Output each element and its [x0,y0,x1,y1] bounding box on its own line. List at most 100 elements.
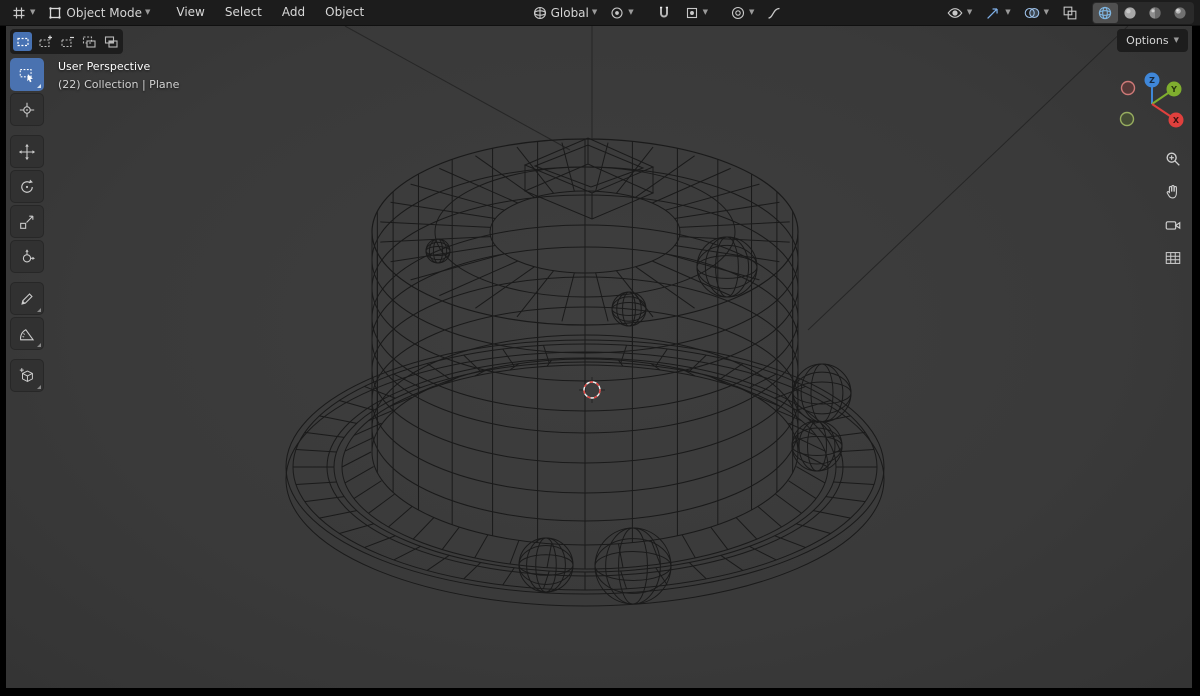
topbar: ▼ Object Mode ▼ View Select Add Object G… [0,0,1200,26]
zoom-icon [1166,152,1180,166]
rotate-icon [21,179,33,193]
topbar-right: ▼ ▼ ▼ [941,0,1194,25]
topbar-center: Global ▼ ▼ ▼ ▼ [527,0,788,25]
svg-text:X: X [1173,116,1180,125]
extend-mode-icon [38,35,52,47]
view-perspective-label: User Perspective [58,60,151,73]
material-preview-icon [1149,6,1162,19]
tool-annotate[interactable] [10,282,44,315]
menu-object[interactable]: Object [316,0,373,25]
menu-view[interactable]: View [167,0,213,25]
show-hide-selector[interactable]: ▼ [941,2,977,24]
svg-text:Y: Y [1170,85,1177,94]
add-cube-icon [19,367,33,382]
viewport-info: User Perspective (22) Collection | Plane [58,60,179,91]
move-icon [18,143,36,160]
editor-type-selector[interactable]: ▼ [6,3,40,23]
dropdown-chevron-icon: ▼ [1005,8,1011,16]
axis-neg-x-ball[interactable] [1120,80,1136,96]
pivot-point-icon [611,6,623,19]
shading-mode-group [1091,1,1194,24]
editor-type-icon [13,7,25,18]
options-label: Options [1126,34,1169,47]
transform-icon [22,248,35,262]
svg-text:Z: Z [1149,76,1155,85]
wireframe-shading-icon [1099,6,1112,19]
rendered-shading-icon [1174,6,1187,19]
dropdown-chevron-icon: ▼ [628,8,634,16]
shading-wireframe-button[interactable] [1092,2,1118,23]
dropdown-chevron-icon: ▼ [30,8,36,16]
tool-rotate[interactable] [10,170,44,203]
solid-shading-icon [1124,6,1137,19]
axis-x-ball[interactable]: X [1168,112,1184,128]
pan-hand-icon [1166,184,1177,199]
transform-orientation-selector[interactable]: Global ▼ [527,3,603,23]
pivot-point-selector[interactable]: ▼ [604,3,638,23]
menu-select[interactable]: Select [216,0,271,25]
set-mode-icon [16,37,29,46]
pan-button[interactable] [1162,181,1184,203]
viewport-side-tools [1162,148,1184,269]
select-box-icon [19,68,33,82]
viewport-3d[interactable]: Options ▼ User Perspective (22) Collecti… [6,26,1192,688]
shading-solid-button[interactable] [1118,3,1143,23]
toggle-grid-button[interactable] [1162,247,1184,269]
select-mode-extend[interactable] [35,32,54,51]
wireframe-cake-model [285,26,1129,607]
axis-y-ball[interactable]: Y [1166,81,1182,97]
dropdown-chevron-icon: ▼ [749,8,755,16]
camera-view-button[interactable] [1162,214,1184,236]
mode-selector[interactable]: Object Mode ▼ [42,3,155,23]
select-mode-intersect[interactable] [101,32,120,51]
zoom-button[interactable] [1162,148,1184,170]
dropdown-chevron-icon: ▼ [1173,36,1179,44]
mode-selector-label: Object Mode [66,5,142,20]
cursor-icon [19,102,35,117]
tool-move[interactable] [10,135,44,168]
select-mode-invert[interactable] [79,32,98,51]
tool-cursor[interactable] [10,93,44,126]
select-mode-group [10,29,123,54]
proportional-editing-icon [731,6,745,19]
snap-toggle[interactable] [651,3,677,23]
options-button[interactable]: Options ▼ [1117,29,1188,52]
select-mode-subtract[interactable] [57,32,76,51]
tool-select-box[interactable] [10,58,44,91]
snap-target-icon [686,7,697,18]
collection-breadcrumb: (22) Collection | Plane [58,78,180,91]
xray-toggle-icon [1063,6,1077,19]
measure-icon [20,328,35,340]
gizmos-selector[interactable]: ▼ [979,2,1015,24]
overlays-icon [1024,7,1039,18]
tool-scale[interactable] [10,205,44,238]
gizmos-icon [987,7,998,19]
annotate-icon [21,292,33,305]
axis-z-ball[interactable]: Z [1144,72,1160,88]
menu-add[interactable]: Add [273,0,314,25]
select-mode-set[interactable] [13,32,32,51]
proportional-editing-toggle[interactable]: ▼ [725,3,759,23]
dropdown-chevron-icon: ▼ [1043,8,1049,16]
navigation-gizmo[interactable]: Z Y X [1112,62,1192,142]
visibility-eye-icon [947,7,963,18]
topbar-left: ▼ Object Mode ▼ View Select Add Object [6,0,373,25]
overlays-selector[interactable]: ▼ [1018,2,1054,24]
shading-material-button[interactable] [1143,3,1168,23]
dropdown-chevron-icon: ▼ [702,8,709,16]
left-toolbar [10,58,44,394]
tool-add-cube[interactable] [10,359,44,392]
subtract-mode-icon [60,36,74,47]
shading-rendered-button[interactable] [1168,3,1193,23]
xray-toggle[interactable] [1056,2,1084,24]
axis-neg-y-ball[interactable] [1119,111,1135,127]
tool-transform[interactable] [10,240,44,273]
object-mode-icon [49,6,62,19]
invert-mode-icon [82,35,96,48]
tool-measure[interactable] [10,317,44,350]
orientation-globe-icon [533,6,546,19]
scale-icon [20,215,34,229]
snap-target-selector[interactable]: ▼ [679,3,713,23]
transform-orientation-label: Global [550,5,589,20]
proportional-falloff-selector[interactable] [761,3,787,23]
